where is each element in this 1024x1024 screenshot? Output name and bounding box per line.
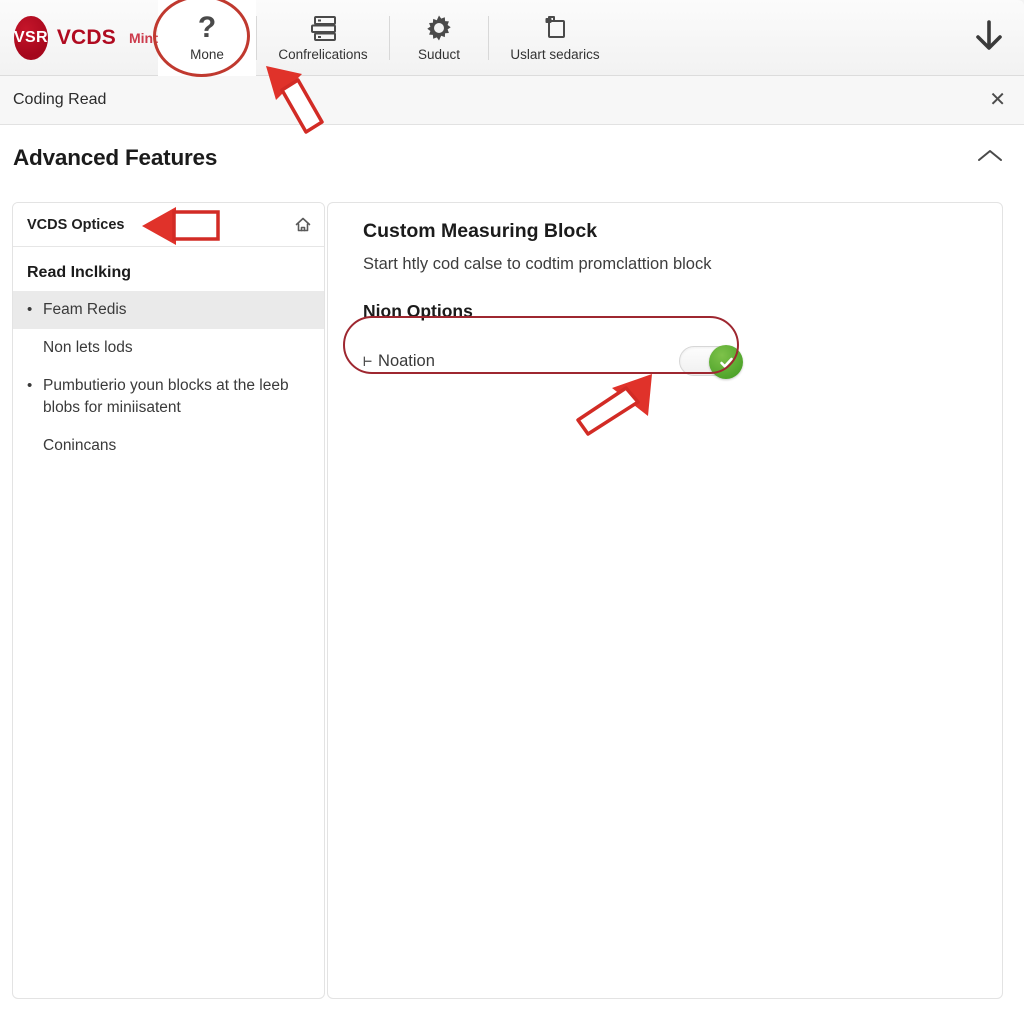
gear-icon <box>425 14 453 42</box>
plug-document-icon <box>541 14 569 42</box>
content-area: VCDS Optices Read Inclking • Feam Redis … <box>0 191 1024 1024</box>
download-anchor-icon[interactable] <box>954 0 1024 76</box>
toolbar-button-confrelications[interactable]: Confrelications <box>257 0 389 76</box>
close-icon[interactable]: ✕ <box>989 90 1006 110</box>
advanced-features-header: Advanced Features <box>0 125 1024 191</box>
brand-subtitle: Mind <box>128 29 162 46</box>
toolbar-label-mone: Mone <box>190 46 224 62</box>
list-item-label: Feam Redis <box>43 301 127 318</box>
nion-options-heading: Nion Options <box>363 301 473 321</box>
check-icon <box>709 345 743 379</box>
list-item[interactable]: • Pumbutierio youn blocks at the leeb bl… <box>13 367 324 427</box>
list-item[interactable]: • Conincans <box>13 427 324 465</box>
sidebar-panel: VCDS Optices Read Inclking • Feam Redis … <box>12 202 325 999</box>
brand-badge-icon: VSR <box>14 15 48 60</box>
toolbar-label-confrelications: Confrelications <box>278 46 368 62</box>
option-row-noation[interactable]: ⊢ Noation <box>363 340 743 382</box>
page-title: Advanced Features <box>13 145 218 170</box>
chevron-up-icon[interactable] <box>977 148 1003 169</box>
detail-panel: Custom Measuring Block Start htly cod ca… <box>327 202 1003 999</box>
app-window: VSR VCDS Mind ? Mone Confrelications Sud… <box>0 0 1024 1024</box>
server-list-icon <box>308 14 338 42</box>
toolbar-label-suduct: Suduct <box>417 46 461 62</box>
top-toolbar: VSR VCDS Mind ? Mone Confrelications Sud… <box>0 0 1024 76</box>
question-mark-icon: ? <box>197 10 217 44</box>
option-prefix-icon: ⊢ <box>363 353 373 371</box>
sidebar-list-heading: Read Inclking <box>27 264 132 281</box>
bullet-icon: • <box>27 377 33 394</box>
noation-toggle[interactable] <box>679 345 743 379</box>
toolbar-button-mone[interactable]: ? Mone <box>158 0 256 76</box>
toolbar-button-uslart-sedarics[interactable]: Uslart sedarics <box>489 0 621 76</box>
coding-read-title: Coding Read <box>13 91 107 108</box>
option-label: Noation <box>378 351 435 370</box>
coding-read-bar: Coding Read ✕ <box>0 76 1024 125</box>
home-icon[interactable] <box>294 216 312 234</box>
list-item[interactable]: • Feam Redis <box>13 291 324 329</box>
list-item-label: Conincans <box>43 437 117 454</box>
sidebar-header: VCDS Optices <box>13 203 324 247</box>
list-item[interactable]: • Non lets lods <box>13 329 324 367</box>
toolbar-items: ? Mone Confrelications Suduct Uslart sed… <box>158 0 621 76</box>
bullet-icon: • <box>27 301 33 318</box>
app-logo: VSR VCDS Mind <box>0 15 162 60</box>
sidebar-header-title: VCDS Optices <box>27 216 125 233</box>
list-item-label: Non lets lods <box>43 339 133 356</box>
toolbar-label-uslart-sedarics: Uslart sedarics <box>510 46 600 62</box>
custom-measuring-block-description: Start htly cod calse to codtim promclatt… <box>363 255 712 273</box>
list-item-label: Pumbutierio youn blocks at the leeb blob… <box>43 377 289 416</box>
custom-measuring-block-title: Custom Measuring Block <box>363 220 598 242</box>
brand-name: VCDS <box>56 25 116 49</box>
toolbar-button-suduct[interactable]: Suduct <box>390 0 488 76</box>
